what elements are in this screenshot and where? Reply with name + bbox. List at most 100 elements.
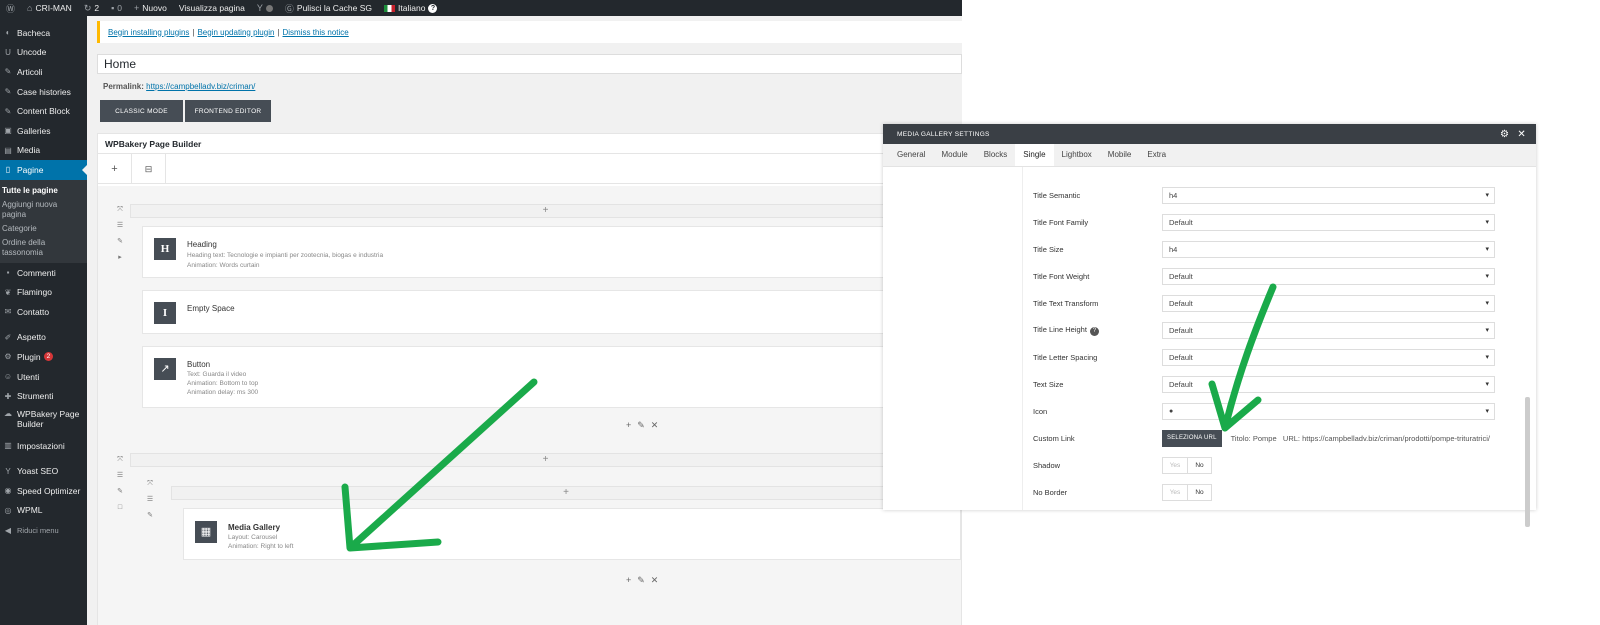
move-icon[interactable]: ⤧ <box>144 476 156 492</box>
column-controls[interactable]: +✎✕ <box>626 420 664 431</box>
shadow-toggle[interactable]: Yes No <box>1162 456 1212 474</box>
sidebar-item-case-histories[interactable]: ✎ Case histories <box>0 82 87 102</box>
empty-space-icon: I <box>154 302 176 324</box>
title-line-height-select[interactable]: Default <box>1162 321 1495 339</box>
comments-icon: ▪ <box>6 268 10 278</box>
tab-single[interactable]: Single <box>1015 143 1054 166</box>
layout-icon[interactable]: ☰ <box>114 468 126 484</box>
heading-element[interactable]: H Heading Heading text: Tecnologie e imp… <box>142 226 961 278</box>
builder-toolbar: + ⊟ <box>98 153 961 184</box>
help-icon[interactable]: ? <box>1089 326 1099 336</box>
add-column-bar-2[interactable]: + <box>130 453 961 467</box>
edit-icon[interactable]: ✎ <box>144 508 156 524</box>
empty-space-element[interactable]: I Empty Space <box>142 290 961 334</box>
sidebar-item-plugin[interactable]: ⚙ Plugin 2 <box>0 347 87 367</box>
tab-module[interactable]: Module <box>933 143 975 166</box>
media-gallery-element[interactable]: ▦ Media Gallery Layout: Carousel Animati… <box>183 508 961 560</box>
view-page-link[interactable]: Visualizza pagina <box>173 0 251 16</box>
yoast-menu[interactable]: Y <box>251 0 279 16</box>
move-icon[interactable]: ⤧ <box>114 202 126 218</box>
column-controls-2[interactable]: +✎✕ <box>626 575 664 586</box>
sidebar-item-commenti[interactable]: ▪ Commenti <box>0 263 87 283</box>
sidebar-item-wpml[interactable]: ◎ WPML <box>0 501 87 521</box>
layout-icon[interactable]: ☰ <box>114 218 126 234</box>
sidebar-item-content-block[interactable]: ✎ Content Block <box>0 101 87 121</box>
close-icon[interactable]: ✕ <box>1517 129 1526 140</box>
page-title-input[interactable]: Home <box>97 54 962 74</box>
language-switcher[interactable]: Italiano? <box>378 0 443 16</box>
modal-scrollbar[interactable] <box>1525 397 1530 527</box>
gallery-icon: ▦ <box>195 521 217 543</box>
admin-sidebar: ◐ Bacheca U Uncode ✎ Articoli ✎ Case histori… <box>0 16 87 625</box>
title-semantic-select[interactable]: h4 <box>1162 186 1495 204</box>
update-plugin-link[interactable]: Begin updating plugin <box>197 28 274 37</box>
updates-link[interactable]: ↻ 2 <box>78 0 105 16</box>
layout-icon[interactable]: ☰ <box>144 492 156 508</box>
select-url-button[interactable]: SELEZIONA URL <box>1162 429 1222 447</box>
classic-mode-button[interactable]: CLASSIC MODE <box>100 100 183 122</box>
title-font-weight-select[interactable]: Default <box>1162 267 1495 285</box>
tab-mobile[interactable]: Mobile <box>1100 143 1140 166</box>
flamingo-icon: ❦ <box>4 287 12 297</box>
toggle-icon[interactable]: ▸ <box>114 250 126 266</box>
sidebar-item-wpbakery[interactable]: ☁ WPBakery Page Builder <box>0 406 87 436</box>
comments-link[interactable]: ▪ 0 <box>105 0 128 16</box>
toggle-icon[interactable]: □ <box>114 500 126 516</box>
sidebar-item-aspetto[interactable]: ✐ Aspetto <box>0 328 87 348</box>
sidebar-item-speed-optimizer[interactable]: ◉ Speed Optimizer <box>0 481 87 501</box>
text-size-select[interactable]: Default <box>1162 375 1495 393</box>
tab-blocks[interactable]: Blocks <box>976 143 1016 166</box>
field-custom-link: Custom Link SELEZIONA URL Titolo: Pompe … <box>1033 428 1511 448</box>
tab-extra[interactable]: Extra <box>1139 143 1174 166</box>
submenu-taxonomy-order[interactable]: Ordine della tassonomia <box>0 236 62 260</box>
site-name-link[interactable]: ⌂ CRI-MAN <box>21 0 78 16</box>
gear-icon[interactable]: ⚙ <box>1500 129 1509 140</box>
wpbakery-icon: ☁ <box>4 408 12 418</box>
sidebar-item-impostazioni[interactable]: ▥ Impostazioni <box>0 436 87 456</box>
sidebar-item-flamingo[interactable]: ❦ Flamingo <box>0 282 87 302</box>
pin-icon: ✎ <box>4 106 12 116</box>
cache-link[interactable]: Ⓖ Pulisci la Cache SG <box>279 0 378 16</box>
dismiss-notice-link[interactable]: Dismiss this notice <box>283 28 349 37</box>
edit-icon[interactable]: ✎ <box>114 234 126 250</box>
sidebar-item-pagine[interactable]: ▯ Pagine <box>0 160 87 180</box>
sidebar-item-articoli[interactable]: ✎ Articoli <box>0 62 87 82</box>
tab-general[interactable]: General <box>889 143 933 166</box>
sidebar-item-media[interactable]: ▤ Media <box>0 141 87 161</box>
new-content-link[interactable]: + Nuovo <box>128 0 173 16</box>
modal-left-panel <box>883 167 1023 510</box>
sidebar-item-uncode[interactable]: U Uncode <box>0 43 87 63</box>
icon-select[interactable]: ● <box>1162 402 1495 420</box>
tab-lightbox[interactable]: Lightbox <box>1054 143 1100 166</box>
add-column-bar[interactable]: + <box>130 204 961 218</box>
title-text-transform-select[interactable]: Default <box>1162 294 1495 312</box>
button-element[interactable]: ↗ Button Text: Guarda il video Animation… <box>142 346 961 408</box>
frontend-editor-button[interactable]: FRONTEND EDITOR <box>185 100 271 122</box>
title-size-select[interactable]: h4 <box>1162 240 1495 258</box>
permalink-url[interactable]: https://campbelladv.biz/criman/ <box>146 82 255 91</box>
submenu-categories[interactable]: Categorie <box>0 222 87 236</box>
sidebar-item-contatto[interactable]: ✉ Contatto <box>0 302 87 322</box>
sidebar-item-yoast[interactable]: Y Yoast SEO <box>0 462 87 482</box>
install-plugins-link[interactable]: Begin installing plugins <box>108 28 189 37</box>
submenu-all-pages[interactable]: Tutte le pagine <box>0 184 87 198</box>
pages-icon: ▯ <box>5 165 11 175</box>
sidebar-item-utenti[interactable]: ☺ Utenti <box>0 367 87 387</box>
no-border-toggle[interactable]: Yes No <box>1162 483 1212 501</box>
wordpress-logo[interactable]: Ⓦ <box>0 0 21 16</box>
sidebar-item-galleries[interactable]: ▣ Galleries <box>0 121 87 141</box>
title-letter-spacing-select[interactable]: Default <box>1162 348 1495 366</box>
sidebar-item-bacheca[interactable]: ◐ Bacheca <box>0 23 87 43</box>
modal-body: Title Semantich4 Title Font FamilyDefaul… <box>883 167 1536 527</box>
move-icon[interactable]: ⤧ <box>114 452 126 468</box>
sidebar-item-strumenti[interactable]: ✚ Strumenti <box>0 386 87 406</box>
collapse-menu[interactable]: ◀ Riduci menu <box>0 520 87 540</box>
plugin-notice: Begin installing plugins | Begin updating… <box>97 21 962 43</box>
submenu-add-page[interactable]: Aggiungi nuova pagina <box>0 198 62 222</box>
add-element-icon[interactable]: + <box>98 153 132 184</box>
title-font-family-select[interactable]: Default <box>1162 213 1495 231</box>
templates-icon[interactable]: ⊟ <box>132 153 166 184</box>
add-inner-column-bar[interactable]: + <box>171 486 961 500</box>
edit-icon[interactable]: ✎ <box>114 484 126 500</box>
field-text-size: Text Size Default <box>1033 374 1511 394</box>
